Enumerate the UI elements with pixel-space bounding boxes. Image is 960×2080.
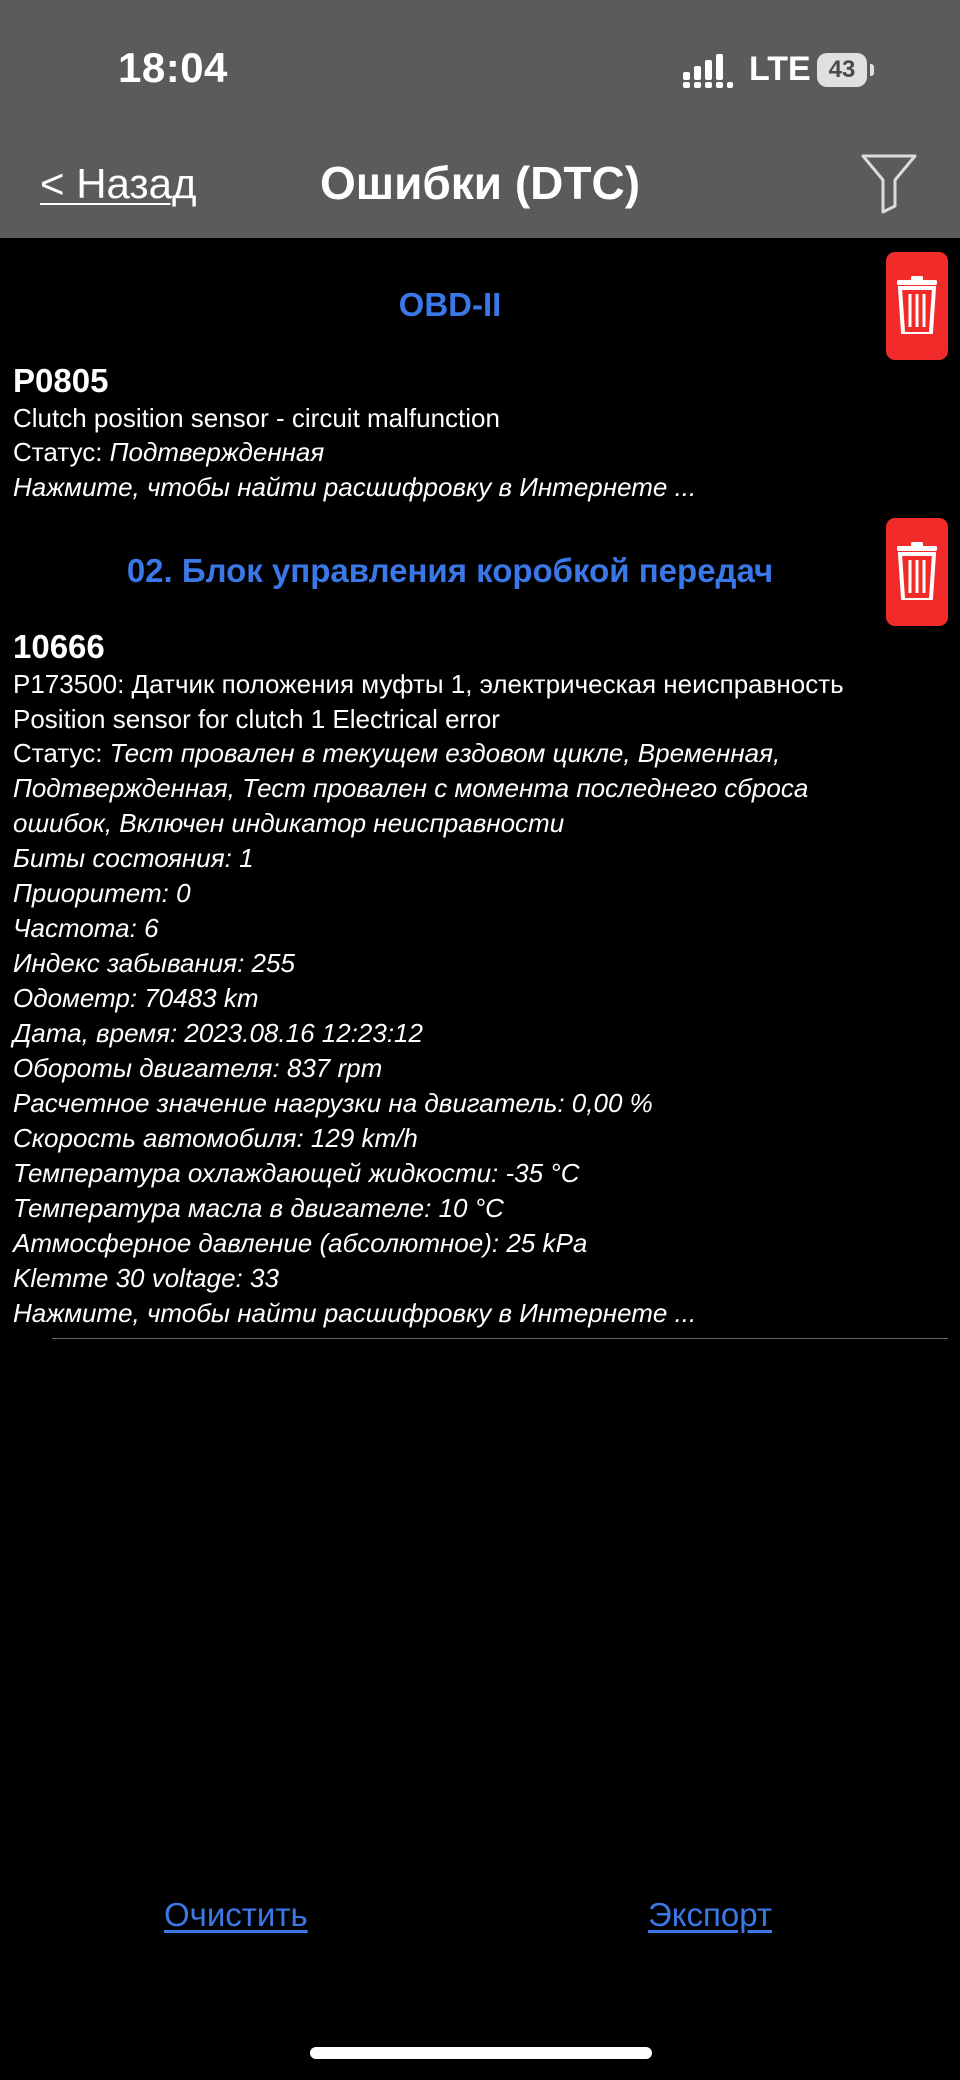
battery-icon: 43 xyxy=(817,53,877,87)
detail-priority: Приоритет: 0 xyxy=(13,878,191,908)
filter-icon[interactable] xyxy=(860,152,918,214)
detail-vehicle-speed: Скорость автомобиля: 129 km/h xyxy=(13,1123,418,1153)
dtc-status-value: Подтвержденная xyxy=(109,437,325,467)
page-title: Ошибки (DTC) xyxy=(319,157,641,209)
dtc-status-label: Статус: xyxy=(13,437,110,467)
delete-button[interactable] xyxy=(886,518,948,626)
dtc-status-continued: Подтвержденная, Тест провален с момента … xyxy=(13,773,809,803)
dtc-status: Статус: Подтвержденная xyxy=(13,435,948,470)
trash-icon xyxy=(897,276,937,334)
dtc-status-continued: ошибок, Включен индикатор неисправности xyxy=(13,808,565,838)
dtc-description-en: Position sensor for clutch 1 Electrical … xyxy=(13,704,500,734)
dtc-description-ru: P173500: Датчик положения муфты 1, элект… xyxy=(13,669,844,699)
network-type-label: LTE xyxy=(749,50,811,88)
dtc-status-label: Статус: xyxy=(13,738,110,768)
detail-engine-load: Расчетное значение нагрузки на двигатель… xyxy=(13,1088,653,1118)
detail-frequency: Частота: 6 xyxy=(13,913,159,943)
status-time: 18:04 xyxy=(118,44,228,91)
export-button[interactable]: Экспорт xyxy=(648,1896,772,1934)
dtc-status: Статус: Тест провален в текущем ездовом … xyxy=(13,736,948,771)
battery-level: 43 xyxy=(817,53,867,87)
detail-status-bits: Биты состояния: 1 xyxy=(13,843,254,873)
section-header-obd2: OBD-II xyxy=(398,286,502,323)
detail-coolant-temp: Температура охлаждающей жидкости: -35 °C xyxy=(13,1158,580,1188)
home-indicator[interactable] xyxy=(310,2047,652,2059)
section-header-gearbox: 02. Блок управления коробкой передач xyxy=(126,552,774,589)
detail-oil-temp: Температура масла в двигателе: 10 °C xyxy=(13,1193,504,1223)
dtc-code: 10666 xyxy=(13,628,105,665)
detail-forget-index: Индекс забывания: 255 xyxy=(13,948,295,978)
signal-icon xyxy=(683,54,733,88)
detail-odometer: Одометр: 70483 km xyxy=(13,983,259,1013)
delete-button[interactable] xyxy=(886,252,948,360)
detail-atmospheric-pressure: Атмосферное давление (абсолютное): 25 kP… xyxy=(13,1228,588,1258)
search-online-link[interactable]: Нажмите, чтобы найти расшифровку в Интер… xyxy=(13,470,948,505)
trash-icon xyxy=(897,542,937,600)
detail-engine-rpm: Обороты двигателя: 837 rpm xyxy=(13,1053,383,1083)
dtc-code: P0805 xyxy=(13,362,109,399)
dtc-status-value: Тест провален в текущем ездовом цикле, В… xyxy=(109,738,781,768)
search-online-link[interactable]: Нажмите, чтобы найти расшифровку в Интер… xyxy=(13,1296,948,1331)
top-bar: 18:04 LTE 43 < Назад Ошибки (DTC) xyxy=(0,0,960,238)
divider xyxy=(52,1338,948,1339)
detail-datetime: Дата, время: 2023.08.16 12:23:12 xyxy=(13,1018,423,1048)
dtc-description: Clutch position sensor - circuit malfunc… xyxy=(13,403,500,433)
battery-tip xyxy=(870,64,874,76)
detail-klemme30-voltage: Klemme 30 voltage: 33 xyxy=(13,1263,279,1293)
clear-button[interactable]: Очистить xyxy=(164,1896,308,1934)
